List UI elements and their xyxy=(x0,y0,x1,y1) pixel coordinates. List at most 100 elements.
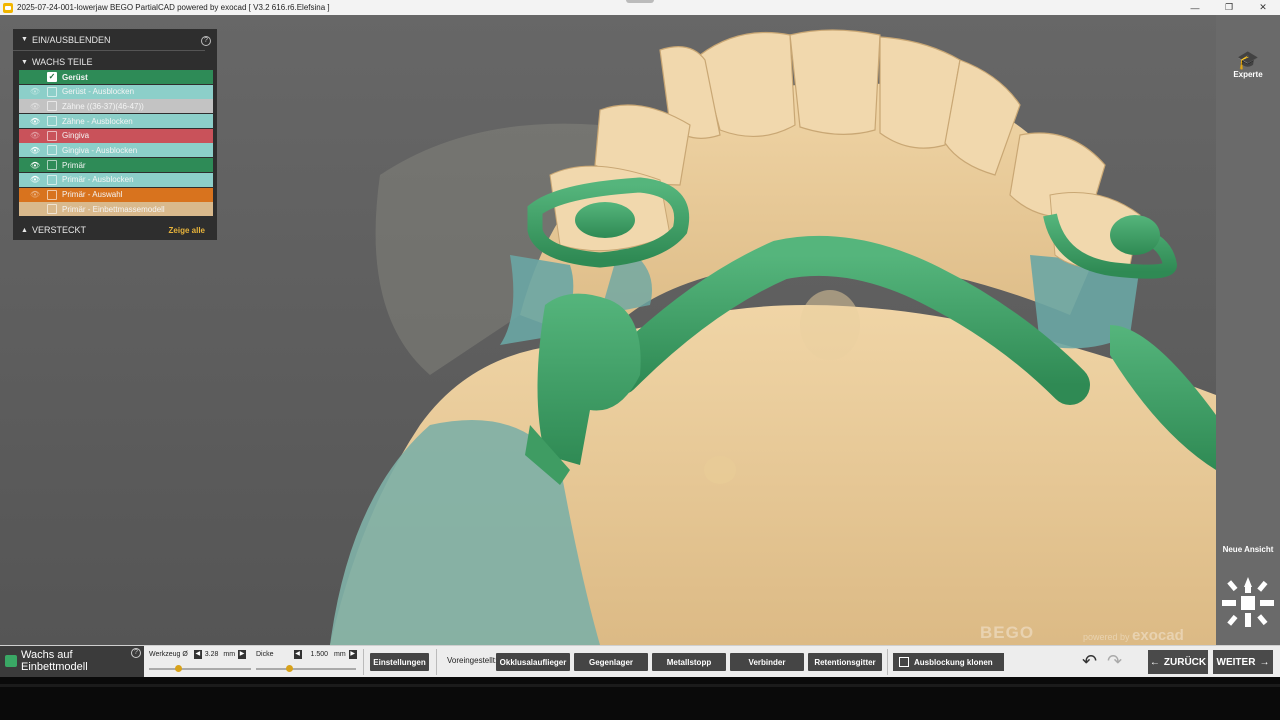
app-window: 2025-07-24-001-lowerjaw BEGO PartialCAD … xyxy=(0,0,1280,720)
layer-row[interactable]: ✓ Gerüst xyxy=(19,70,213,84)
layer-row[interactable]: 👁 Zähne ((36-37)(46-47)) xyxy=(19,99,213,114)
right-toolbar: 🎓 Experte Neue Ansicht xyxy=(1216,15,1280,645)
eye-icon[interactable]: 👁 xyxy=(27,87,43,96)
eye-icon[interactable]: 👁 xyxy=(27,190,43,199)
eye-icon[interactable]: 👁 xyxy=(27,161,43,170)
redo-icon[interactable]: ↷ xyxy=(1107,652,1122,670)
help-icon[interactable]: ? xyxy=(131,648,141,658)
layer-label: Gingiva - Ausblocken xyxy=(62,145,138,155)
maximize-button[interactable]: ❐ xyxy=(1212,2,1246,13)
layer-label: Primär - Einbettmassemodell xyxy=(62,204,165,214)
wax-color-swatch xyxy=(5,655,17,667)
thickness-unit: mm xyxy=(334,650,346,658)
title-drag-handle[interactable] xyxy=(626,0,654,3)
slider-handle[interactable] xyxy=(286,665,293,672)
chevron-up-icon: ▲ xyxy=(21,226,28,234)
expert-mode-button[interactable]: 🎓 Experte xyxy=(1216,50,1280,79)
thickness-control: Dicke ◀ 1.500 mm ▶ xyxy=(256,648,360,660)
slider-handle[interactable] xyxy=(174,665,182,672)
wax-parts-label: WACHS TEILE xyxy=(31,57,93,67)
layer-row[interactable]: 👁 Gingiva xyxy=(19,128,213,143)
clone-blockout-toggle[interactable]: Ausblockung klonen xyxy=(893,653,1004,671)
thickness-slider[interactable] xyxy=(256,665,356,672)
back-button[interactable]: ← ZURÜCK xyxy=(1148,650,1208,674)
eye-icon[interactable]: 👁 xyxy=(27,131,43,140)
preset-occlusal-rest-button[interactable]: Okklusalauflieger xyxy=(496,653,570,671)
tool-diameter-value[interactable]: 3.28 xyxy=(205,651,219,658)
layer-checkbox[interactable] xyxy=(47,101,57,112)
layer-row[interactable]: 👁 Gerüst - Ausblocken xyxy=(19,84,213,99)
layer-row[interactable]: 👁 Zähne - Ausblocken xyxy=(19,114,213,129)
wax-parts-section[interactable]: ▼ WACHS TEILE xyxy=(13,54,217,70)
title-bar: 2025-07-24-001-lowerjaw BEGO PartialCAD … xyxy=(0,0,1280,15)
layer-row[interactable]: 👁 Gingiva - Ausblocken xyxy=(19,143,213,158)
layer-checkbox[interactable] xyxy=(47,174,57,185)
graduation-cap-icon: 🎓 xyxy=(1236,50,1260,70)
layer-checkbox[interactable] xyxy=(47,130,57,141)
layer-label: Gingiva xyxy=(62,131,90,141)
decrease-thickness-button[interactable]: ◀ xyxy=(293,649,302,659)
eye-icon[interactable]: 👁 xyxy=(27,102,43,111)
layer-label: Zähne ((36-37)(46-47)) xyxy=(62,101,144,111)
divider xyxy=(436,649,437,675)
increase-tool-button[interactable]: ▶ xyxy=(238,649,247,659)
panel-header-label: EIN/AUSBLENDEN xyxy=(31,34,111,45)
layer-checkbox[interactable] xyxy=(47,189,57,200)
preset-connector-button[interactable]: Verbinder xyxy=(730,653,804,671)
layer-label: Zähne - Ausblocken xyxy=(62,116,133,126)
increase-thickness-button[interactable]: ▶ xyxy=(348,649,357,659)
view-compass-icon[interactable] xyxy=(1220,575,1276,631)
layer-row[interactable]: 👁 Primär - Ausblocken xyxy=(19,172,213,187)
minimize-button[interactable]: — xyxy=(1178,3,1212,13)
layer-list: ✓ Gerüst 👁 Gerüst - Ausblocken 👁 Zähne ((36… xyxy=(13,70,217,217)
settings-button[interactable]: Einstellungen xyxy=(370,653,429,671)
new-view-label: Neue Ansicht xyxy=(1222,545,1274,554)
preset-reciprocal-button[interactable]: Gegenlager xyxy=(574,653,648,671)
layer-label: Primär - Auswahl xyxy=(62,190,123,199)
layer-row[interactable]: Primär - Einbettmassemodell xyxy=(19,202,213,217)
hidden-label: VERSTECKT xyxy=(31,225,86,236)
show-all-link[interactable]: Zeige alle xyxy=(169,226,205,235)
layer-checkbox[interactable] xyxy=(47,145,57,156)
arrow-right-icon: → xyxy=(1259,656,1270,668)
tool-diameter-slider[interactable] xyxy=(149,665,251,672)
expert-label: Experte xyxy=(1233,70,1263,79)
clone-blockout-label: Ausblockung klonen xyxy=(914,657,993,667)
exocad-watermark: powered by exocad xyxy=(1083,627,1184,644)
tool-diameter-control: Werkzeug Ø ◀ 3.28 mm ▶ xyxy=(149,648,249,660)
thickness-label: Dicke xyxy=(256,650,274,658)
layer-checkbox[interactable] xyxy=(47,204,57,215)
eye-icon[interactable]: 👁 xyxy=(27,117,43,126)
eye-icon[interactable]: 👁 xyxy=(27,175,43,184)
visibility-panel: ▼ EIN/AUSBLENDEN ? ▼ WACHS TEILE ✓ Gerüst… xyxy=(13,29,217,240)
layer-row[interactable]: 👁 Primär - Auswahl xyxy=(19,187,213,202)
hidden-section[interactable]: ▲ VERSTECKT Zeige alle xyxy=(13,222,217,238)
preset-retention-grid-button[interactable]: Retentionsgitter xyxy=(808,653,882,671)
help-icon[interactable]: ? xyxy=(201,36,211,46)
layer-label: Primär - Ausblocken xyxy=(62,175,134,185)
panel-header[interactable]: ▼ EIN/AUSBLENDEN xyxy=(13,29,205,51)
chevron-down-icon: ▼ xyxy=(21,36,28,43)
layer-label: Primär xyxy=(62,160,86,170)
next-button[interactable]: WEITER → xyxy=(1213,650,1273,674)
thickness-value[interactable]: 1.500 xyxy=(311,651,329,658)
eye-icon[interactable]: 👁 xyxy=(27,146,43,155)
layer-row[interactable]: 👁 Primär xyxy=(19,158,213,173)
next-label: WEITER xyxy=(1216,656,1256,668)
clone-blockout-checkbox[interactable] xyxy=(899,657,909,667)
layer-checkbox[interactable] xyxy=(47,116,57,127)
video-letterbox xyxy=(0,677,1280,720)
layer-checkbox[interactable] xyxy=(47,160,57,171)
window-title: 2025-07-24-001-lowerjaw BEGO PartialCAD … xyxy=(17,3,330,12)
close-button[interactable]: ✕ xyxy=(1246,2,1280,13)
decrease-tool-button[interactable]: ◀ xyxy=(193,649,202,659)
layer-checkbox[interactable] xyxy=(47,86,57,97)
undo-icon[interactable]: ↶ xyxy=(1082,652,1097,670)
tool-diameter-label: Werkzeug Ø xyxy=(149,650,188,658)
preset-metal-stop-button[interactable]: Metallstopp xyxy=(652,653,726,671)
app-logo-icon xyxy=(3,2,13,13)
divider xyxy=(363,649,364,675)
wax-on-model-tool[interactable]: Wachs auf Einbettmodell ? xyxy=(0,646,144,678)
tool-diameter-unit: mm xyxy=(223,650,236,658)
layer-checkbox[interactable]: ✓ xyxy=(47,72,57,82)
